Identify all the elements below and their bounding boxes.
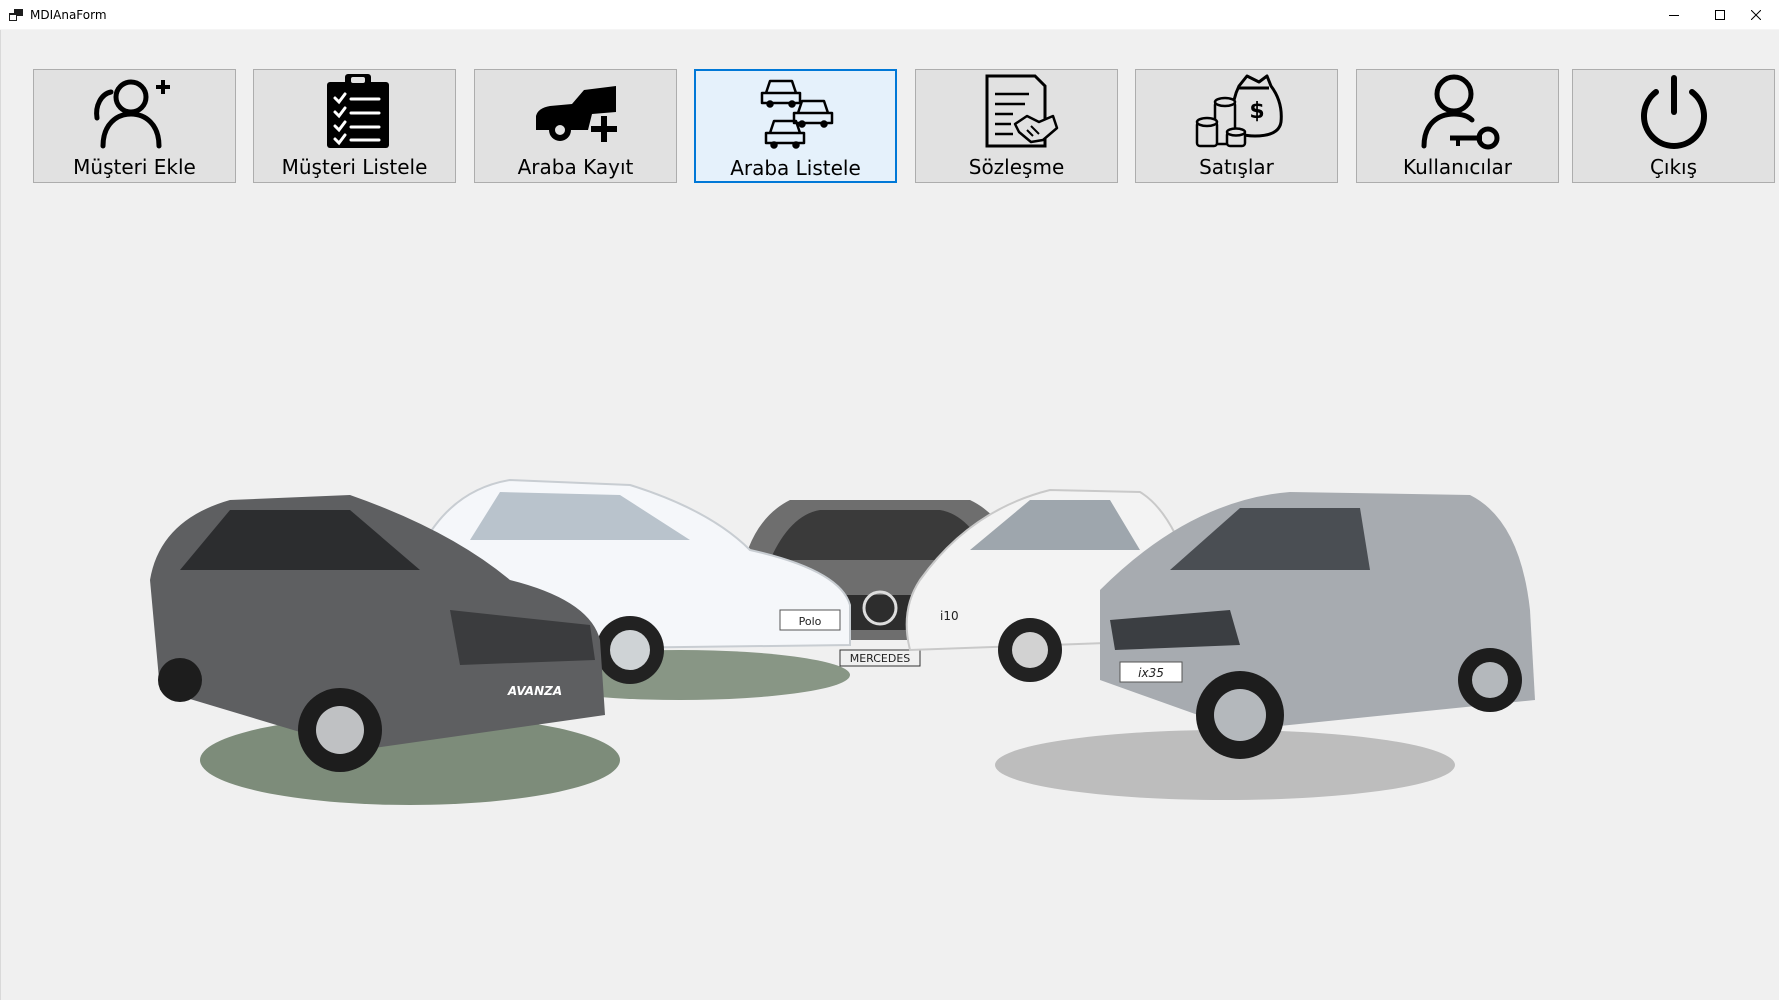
clipboard-list-icon	[326, 74, 389, 148]
power-icon	[1640, 75, 1707, 149]
contract-button[interactable]: Sözleşme	[915, 69, 1118, 183]
list-customers-label: Müşteri Listele	[281, 155, 428, 179]
add-user-icon	[93, 79, 170, 149]
polo-plate: Polo	[799, 615, 822, 628]
add-customer-label: Müşteri Ekle	[73, 155, 196, 179]
users-button[interactable]: Kullanıcılar	[1356, 69, 1559, 183]
users-label: Kullanıcılar	[1403, 155, 1512, 179]
car-register-label: Araba Kayıt	[517, 155, 634, 179]
car-register-button[interactable]: Araba Kayıt	[474, 69, 677, 183]
contract-handshake-icon	[985, 74, 1058, 148]
title-bar: MDIAnaForm	[0, 0, 1779, 30]
add-customer-button[interactable]: Müşteri Ekle	[33, 69, 236, 183]
user-key-icon	[1421, 74, 1499, 150]
svg-text:$: $	[1249, 99, 1264, 124]
i10-badge: i10	[940, 609, 959, 623]
sales-label: Satışlar	[1199, 155, 1274, 179]
contract-label: Sözleşme	[968, 155, 1065, 179]
close-button[interactable]	[1733, 0, 1779, 30]
close-icon	[1751, 10, 1761, 20]
minimize-button[interactable]	[1651, 0, 1697, 30]
car-add-icon	[535, 86, 617, 142]
list-cars-label: Araba Listele	[730, 156, 861, 180]
exit-button[interactable]: Çıkış	[1572, 69, 1775, 183]
list-customers-button[interactable]: Müşteri Listele	[253, 69, 456, 183]
minimize-icon	[1669, 15, 1679, 16]
maximize-icon	[1715, 10, 1725, 20]
ix35-plate: ix35	[1138, 666, 1164, 680]
list-cars-button[interactable]: Araba Listele	[694, 69, 897, 183]
exit-label: Çıkış	[1649, 155, 1698, 179]
mercedes-plate: MERCEDES	[850, 652, 911, 665]
cars-list-icon	[760, 79, 833, 149]
app-icon	[9, 9, 23, 21]
window-title: MDIAnaForm	[30, 8, 107, 22]
avanza-plate: AVANZA	[507, 684, 562, 698]
sales-button[interactable]: $ Satışlar	[1135, 69, 1338, 183]
money-bag-icon: $	[1195, 74, 1283, 148]
cars-background-image: MERCEDES Polo i10 AVANZA ix35	[150, 478, 1535, 805]
